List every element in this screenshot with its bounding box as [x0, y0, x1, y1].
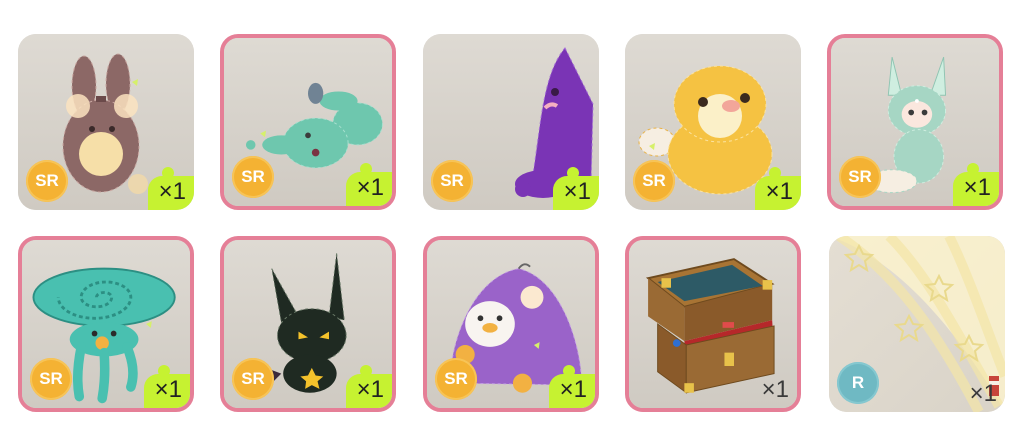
item-card[interactable]: SR ×1	[220, 34, 396, 210]
rarity-badge-sr: SR	[633, 160, 675, 202]
quantity-label: ×1	[761, 376, 789, 403]
item-card[interactable]: SR ×1	[220, 236, 396, 412]
rarity-badge-sr: SR	[232, 156, 274, 198]
quantity-label: ×1	[154, 376, 182, 403]
rarity-badge-sr: SR	[839, 156, 881, 198]
item-card[interactable]: SR ×1	[827, 34, 1003, 210]
quantity-label: ×1	[356, 376, 384, 403]
item-card[interactable]: SR ×1	[423, 236, 599, 412]
item-card[interactable]: ×1	[625, 236, 801, 412]
quantity-label: ×1	[559, 376, 587, 403]
item-grid: SR ×1 SR ×1 SR ×1 SR ×1 SR ×1 SR ×1 SR ×…	[18, 34, 1006, 418]
item-card[interactable]: SR ×1	[423, 34, 599, 210]
rarity-badge-sr: SR	[30, 358, 72, 400]
item-card[interactable]: SR ×1	[18, 34, 194, 210]
rarity-badge-sr: SR	[26, 160, 68, 202]
item-card[interactable]: SR ×1	[625, 34, 801, 210]
quantity-label: ×1	[969, 380, 997, 407]
rarity-badge-sr: SR	[435, 358, 477, 400]
item-card[interactable]: SR ×1	[18, 236, 194, 412]
quantity-label: ×1	[356, 174, 384, 201]
quantity-label: ×1	[963, 174, 991, 201]
quantity-label: ×1	[563, 178, 591, 205]
item-card[interactable]: R ×1	[829, 236, 1005, 412]
rarity-badge-sr: SR	[431, 160, 473, 202]
rarity-badge-sr: SR	[232, 358, 274, 400]
rarity-badge-r: R	[837, 362, 879, 404]
quantity-label: ×1	[765, 178, 793, 205]
quantity-label: ×1	[158, 178, 186, 205]
